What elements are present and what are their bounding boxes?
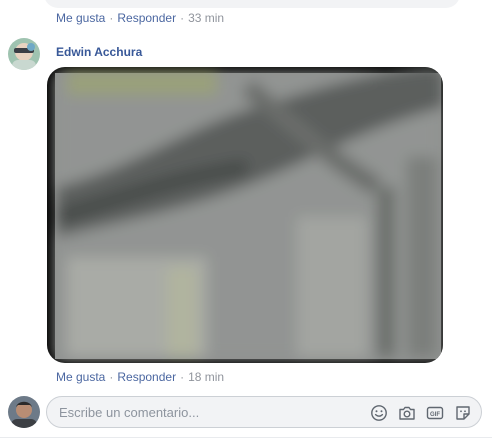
avatar-image bbox=[8, 396, 40, 428]
comment-input[interactable] bbox=[59, 397, 349, 427]
emoji-icon[interactable] bbox=[369, 403, 389, 423]
separator: · bbox=[180, 11, 185, 25]
comment-composer: GIF bbox=[46, 396, 482, 428]
gif-icon[interactable]: GIF bbox=[425, 403, 445, 423]
avatar-image bbox=[8, 38, 40, 70]
composer-avatar[interactable] bbox=[8, 396, 40, 428]
comment-actions: Me gusta · Responder · 18 min bbox=[56, 370, 224, 384]
previous-comment-bubble bbox=[44, 0, 460, 8]
separator: · bbox=[109, 11, 114, 25]
timestamp-link[interactable]: 18 min bbox=[188, 370, 224, 384]
like-link[interactable]: Me gusta bbox=[56, 370, 105, 384]
separator: · bbox=[109, 370, 114, 384]
previous-comment-actions: Me gusta · Responder · 33 min bbox=[56, 11, 224, 25]
avatar[interactable] bbox=[8, 38, 40, 70]
svg-text:GIF: GIF bbox=[430, 412, 440, 418]
comment-photo[interactable] bbox=[47, 67, 443, 363]
timestamp-link[interactable]: 33 min bbox=[188, 11, 224, 25]
photo-image bbox=[55, 67, 443, 359]
camera-icon[interactable] bbox=[397, 403, 417, 423]
comment-author[interactable]: Edwin Acchura bbox=[56, 45, 142, 59]
like-link[interactable]: Me gusta bbox=[56, 11, 105, 25]
reply-link[interactable]: Responder bbox=[117, 11, 176, 25]
sticker-icon[interactable] bbox=[453, 403, 473, 423]
reply-link[interactable]: Responder bbox=[117, 370, 176, 384]
composer-icons: GIF bbox=[369, 403, 473, 423]
separator: · bbox=[180, 370, 185, 384]
